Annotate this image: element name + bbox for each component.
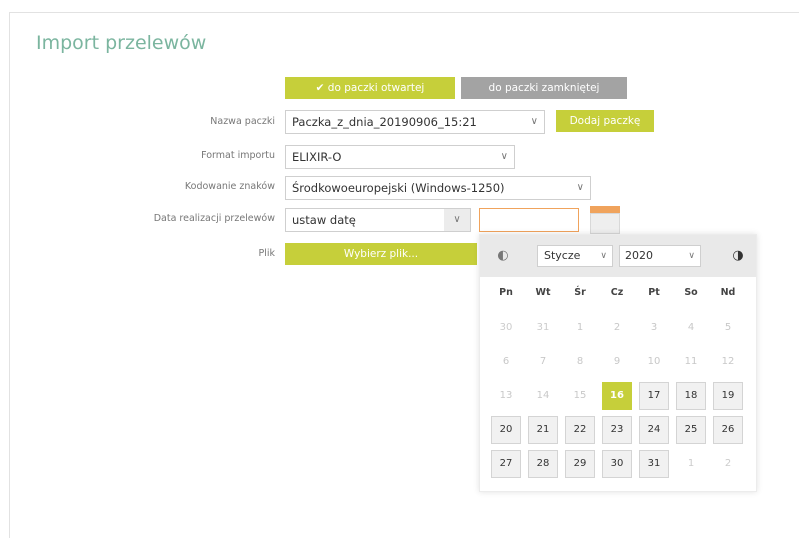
- day-cell[interactable]: 21: [528, 416, 558, 444]
- weekday-label: Wt: [535, 287, 551, 298]
- day-cell[interactable]: 23: [602, 416, 632, 444]
- day-cell: 31: [528, 314, 558, 342]
- year-value: 2020: [625, 249, 653, 262]
- day-cell[interactable]: 30: [602, 450, 632, 478]
- encoding-value: Środkowoeuropejski (Windows-1250): [292, 181, 505, 195]
- chevron-down-icon: ∨: [500, 151, 508, 162]
- day-cell: 6: [491, 348, 521, 376]
- day-cell: 1: [565, 314, 595, 342]
- day-cell: 15: [565, 382, 595, 410]
- chevron-down-icon: ∨: [444, 209, 470, 231]
- day-cell[interactable]: 27: [491, 450, 521, 478]
- day-cell[interactable]: 31: [639, 450, 669, 478]
- day-cell: 8: [565, 348, 595, 376]
- day-cell: 4: [676, 314, 706, 342]
- datepicker: ◐ Stycze ∨ 2020 ∨ ◑ Pn Wt Śr Cz Pt So Nd…: [479, 234, 757, 492]
- date-mode-value: ustaw datę: [292, 213, 356, 227]
- format-value: ELIXIR-O: [292, 150, 342, 164]
- weekday-label: Pt: [648, 287, 660, 298]
- package-name-label: Nazwa paczki: [210, 116, 275, 127]
- year-select[interactable]: 2020 ∨: [619, 245, 701, 267]
- file-label: Plik: [258, 248, 275, 259]
- add-package-button[interactable]: Dodaj paczkę: [556, 110, 654, 132]
- day-cell[interactable]: 25: [676, 416, 706, 444]
- date-mode-select[interactable]: ustaw datę ∨: [285, 208, 471, 232]
- day-cell[interactable]: 18: [676, 382, 706, 410]
- encoding-label: Kodowanie znaków: [184, 181, 275, 192]
- day-cell[interactable]: 22: [565, 416, 595, 444]
- format-select[interactable]: ELIXIR-O ∨: [285, 145, 515, 169]
- day-cell: 5: [713, 314, 743, 342]
- format-label: Format importu: [201, 150, 275, 161]
- date-label: Data realizacji przelewów: [153, 213, 275, 224]
- day-cell: 13: [491, 382, 521, 410]
- date-input[interactable]: [479, 208, 579, 232]
- package-name-select[interactable]: Paczka_z_dnia_20190906_15:21 ∨: [285, 110, 545, 134]
- calendar-icon[interactable]: [590, 206, 620, 234]
- day-cell[interactable]: 17: [639, 382, 669, 410]
- day-cell: 2: [602, 314, 632, 342]
- day-cell: 10: [639, 348, 669, 376]
- chevron-down-icon: ∨: [530, 116, 538, 127]
- weekday-label: So: [684, 287, 698, 298]
- weekday-label: Śr: [574, 287, 586, 298]
- day-cell[interactable]: 26: [713, 416, 743, 444]
- encoding-select[interactable]: Środkowoeuropejski (Windows-1250) ∨: [285, 176, 591, 200]
- day-cell: 12: [713, 348, 743, 376]
- chevron-down-icon: ∨: [576, 182, 584, 193]
- day-cell: 2: [713, 450, 743, 478]
- day-cell: 14: [528, 382, 558, 410]
- month-select[interactable]: Stycze ∨: [537, 245, 613, 267]
- choose-file-button[interactable]: Wybierz plik...: [285, 243, 477, 265]
- chevron-down-icon: ∨: [600, 251, 607, 261]
- day-cell[interactable]: 28: [528, 450, 558, 478]
- next-month-icon[interactable]: ◑: [729, 247, 747, 265]
- day-cell: 9: [602, 348, 632, 376]
- day-cell[interactable]: 24: [639, 416, 669, 444]
- weekday-label: Pn: [499, 287, 513, 298]
- page-title: Import przelewów: [36, 32, 207, 54]
- day-cell: 1: [676, 450, 706, 478]
- day-cell: 7: [528, 348, 558, 376]
- weekday-label: Cz: [610, 287, 624, 298]
- day-cell: 3: [639, 314, 669, 342]
- day-cell[interactable]: 29: [565, 450, 595, 478]
- closed-package-button[interactable]: do paczki zamkniętej: [461, 77, 627, 99]
- day-cell[interactable]: 20: [491, 416, 521, 444]
- day-cell-selected[interactable]: 16: [602, 382, 632, 410]
- chevron-down-icon: ∨: [688, 251, 695, 261]
- weekday-label: Nd: [720, 287, 736, 298]
- month-value: Stycze: [544, 249, 581, 262]
- day-cell: 30: [491, 314, 521, 342]
- day-cell[interactable]: 19: [713, 382, 743, 410]
- prev-month-icon[interactable]: ◐: [494, 247, 512, 265]
- open-package-button[interactable]: ✔ do paczki otwartej: [285, 77, 455, 99]
- datepicker-header: [480, 235, 756, 277]
- day-cell: 11: [676, 348, 706, 376]
- package-name-value: Paczka_z_dnia_20190906_15:21: [292, 115, 477, 129]
